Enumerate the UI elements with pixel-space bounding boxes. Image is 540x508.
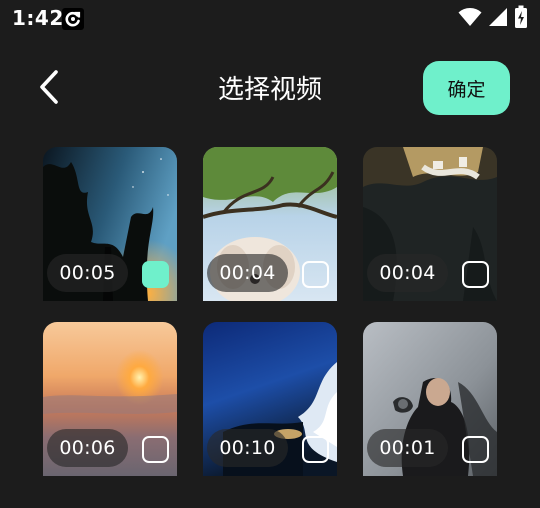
duration-badge: 00:10 [207,429,288,467]
confirm-button[interactable]: 确定 [423,61,510,115]
wifi-icon [458,7,482,31]
select-checkbox[interactable] [302,261,329,288]
video-tile[interactable]: 00:10 [203,322,337,476]
video-tile[interactable]: 00:04 [203,147,337,301]
duration-badge: 00:04 [367,254,448,292]
select-checkbox[interactable] [462,436,489,463]
duration-badge: 00:06 [47,429,128,467]
video-tile[interactable]: 00:05 [43,147,177,301]
status-bar: 1:42 [0,0,540,40]
duration-badge: 00:05 [47,254,128,292]
select-checkbox[interactable] [462,261,489,288]
video-picker-screen: 1:42 选择视频 确定 00:05 00:04 00:04 00:06 00:… [0,0,540,508]
video-tile[interactable]: 00:01 [363,322,497,476]
battery-charging-icon [514,5,528,33]
video-tile[interactable]: 00:06 [43,322,177,476]
video-tile[interactable]: 00:04 [363,147,497,301]
status-icons [458,5,528,33]
duration-badge: 00:04 [207,254,288,292]
select-checkbox[interactable] [142,261,169,288]
cellular-signal-icon [488,7,508,31]
top-app-bar: 选择视频 确定 [0,55,540,120]
select-checkbox[interactable] [142,436,169,463]
status-time: 1:42 [12,6,64,30]
c-arrow-icon [62,8,84,30]
duration-badge: 00:01 [367,429,448,467]
select-checkbox[interactable] [302,436,329,463]
